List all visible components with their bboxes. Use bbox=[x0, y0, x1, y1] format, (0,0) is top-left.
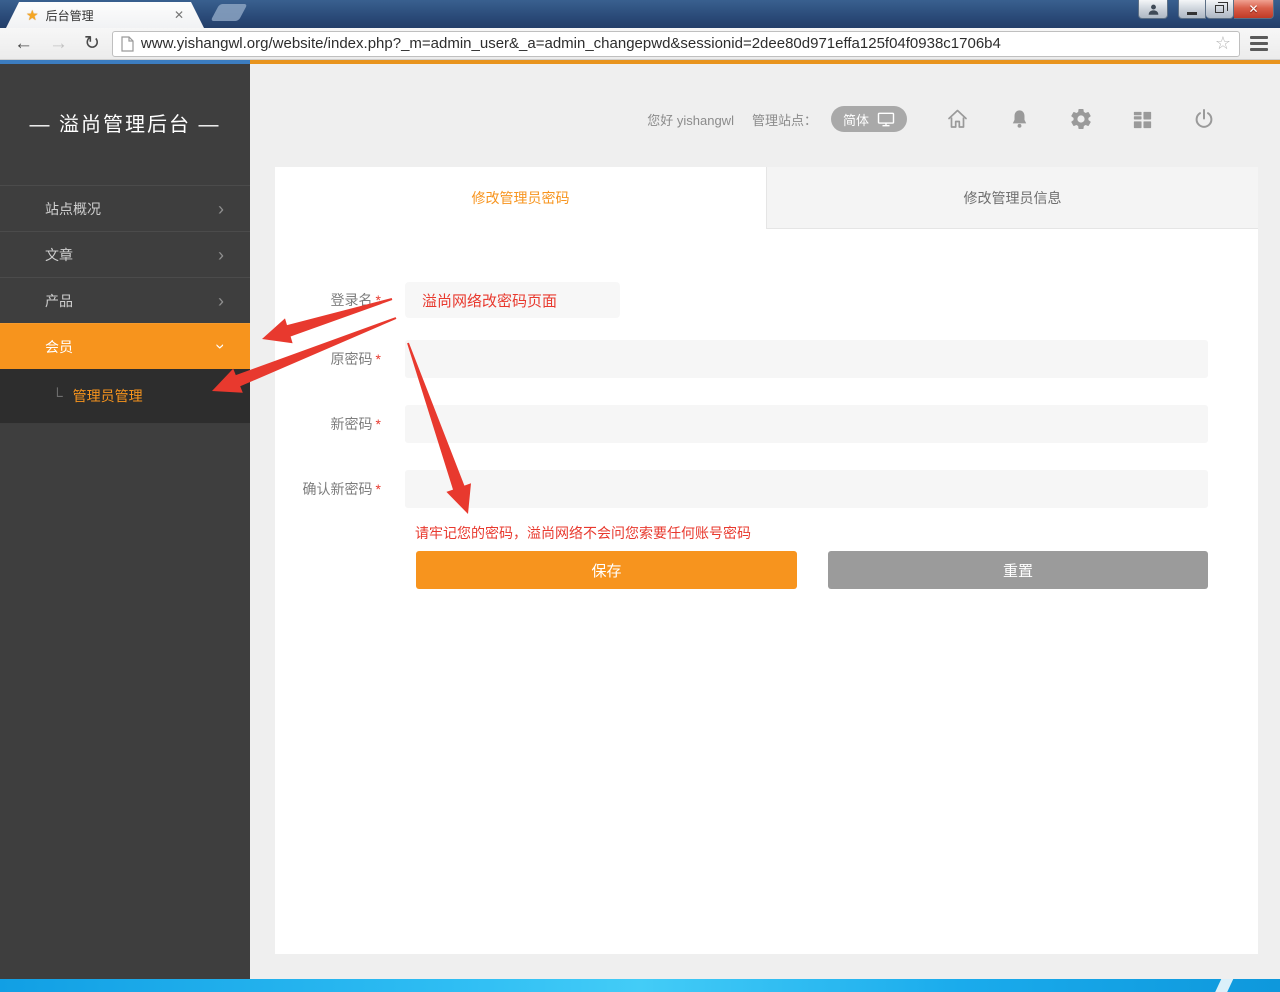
url-bar[interactable]: www.yishangwl.org/website/index.php?_m=a… bbox=[112, 31, 1240, 57]
content-card: 修改管理员密码 修改管理员信息 登录名* 溢尚网络改密码页面 bbox=[275, 167, 1258, 954]
bell-icon bbox=[1008, 108, 1031, 131]
page-content: — 溢尚管理后台 — 站点概况 › 文章 › 产品 › 会员 › bbox=[0, 64, 1280, 979]
tree-branch-icon: └ bbox=[52, 388, 63, 405]
minimize-button[interactable] bbox=[1178, 0, 1206, 19]
reset-button[interactable]: 重置 bbox=[828, 551, 1208, 589]
bookmark-star-icon[interactable]: ☆ bbox=[1215, 33, 1231, 54]
confirm-password-input[interactable] bbox=[405, 470, 1208, 508]
back-button[interactable]: ← bbox=[6, 34, 41, 53]
sidebar-item-label: 文章 bbox=[45, 245, 73, 265]
old-password-input[interactable] bbox=[405, 340, 1208, 378]
login-name-input[interactable]: 溢尚网络改密码页面 bbox=[405, 282, 620, 318]
wallpaper-streak bbox=[1213, 979, 1234, 992]
home-button[interactable] bbox=[945, 107, 970, 131]
sidebar-subitem-admin-management[interactable]: └ 管理员管理 bbox=[0, 369, 250, 424]
new-password-label: 新密码* bbox=[275, 414, 405, 434]
grid-icon bbox=[1131, 108, 1154, 131]
form-row-new-password: 新密码* bbox=[275, 405, 1258, 443]
change-password-form: 登录名* 溢尚网络改密码页面 原密码* 新 bbox=[275, 229, 1258, 589]
save-button[interactable]: 保存 bbox=[416, 551, 797, 589]
confirm-password-label: 确认新密码* bbox=[275, 479, 405, 499]
required-mark: * bbox=[376, 481, 381, 497]
chevron-down-icon: › bbox=[213, 344, 230, 350]
required-mark: * bbox=[376, 351, 381, 367]
password-warning-row: 请牢记您的密码，溢尚网络不会问您索要任何账号密码 bbox=[275, 523, 1258, 543]
form-row-old-password: 原密码* bbox=[275, 340, 1258, 378]
annotation-field-note: 溢尚网络改密码页面 bbox=[422, 290, 557, 311]
new-tab-button[interactable] bbox=[210, 4, 247, 21]
notifications-button[interactable] bbox=[1008, 108, 1031, 131]
page-icon bbox=[121, 36, 134, 52]
sidebar-menu: 站点概况 › 文章 › 产品 › 会员 › └ 管理员管理 bbox=[0, 185, 250, 424]
maximize-button[interactable] bbox=[1206, 0, 1234, 19]
desktop-wallpaper-strip bbox=[0, 979, 1280, 992]
browser-toolbar: ← → ↻ www.yishangwl.org/website/index.ph… bbox=[0, 28, 1280, 60]
browser-tab[interactable]: ★ 后台管理 ✕ bbox=[6, 2, 204, 28]
chevron-right-icon: › bbox=[218, 200, 224, 218]
annotation-password-warning: 请牢记您的密码，溢尚网络不会问您索要任何账号密码 bbox=[415, 525, 751, 541]
manage-site-label: 管理站点： bbox=[752, 110, 817, 129]
sidebar-item-members[interactable]: 会员 › bbox=[0, 323, 250, 369]
tab-change-password[interactable]: 修改管理员密码 bbox=[275, 167, 766, 229]
sidebar-title: — 溢尚管理后台 — bbox=[0, 64, 250, 137]
card-tabs: 修改管理员密码 修改管理员信息 bbox=[275, 167, 1258, 229]
maximize-icon bbox=[1215, 5, 1224, 13]
browser-titlebar: ★ 后台管理 ✕ ✕ bbox=[0, 0, 1280, 28]
form-buttons: 保存 重置 bbox=[275, 551, 1258, 589]
gear-icon bbox=[1069, 107, 1093, 131]
window-controls: ✕ bbox=[1138, 0, 1274, 19]
form-row-login-name: 登录名* 溢尚网络改密码页面 bbox=[275, 282, 1258, 318]
tab-close-icon[interactable]: ✕ bbox=[174, 8, 184, 22]
new-password-input[interactable] bbox=[405, 405, 1208, 443]
settings-button[interactable] bbox=[1069, 107, 1093, 131]
chevron-right-icon: › bbox=[218, 246, 224, 264]
favicon-star-icon: ★ bbox=[26, 8, 39, 22]
logout-button[interactable] bbox=[1192, 107, 1216, 131]
close-icon: ✕ bbox=[1248, 2, 1258, 16]
old-password-label: 原密码* bbox=[275, 349, 405, 369]
chrome-menu-icon[interactable] bbox=[1248, 36, 1270, 51]
close-button[interactable]: ✕ bbox=[1234, 0, 1274, 19]
login-name-label: 登录名* bbox=[275, 290, 405, 310]
apps-button[interactable] bbox=[1131, 108, 1154, 131]
sidebar-item-label: 站点概况 bbox=[45, 199, 101, 219]
chevron-right-icon: › bbox=[218, 292, 224, 310]
required-mark: * bbox=[376, 416, 381, 432]
forward-button[interactable]: → bbox=[41, 34, 76, 53]
main-area: 您好 yishangwl 管理站点： 简体 bbox=[250, 64, 1280, 979]
sidebar-item-products[interactable]: 产品 › bbox=[0, 277, 250, 323]
sidebar-item-articles[interactable]: 文章 › bbox=[0, 231, 250, 277]
home-icon bbox=[945, 107, 970, 131]
profile-button[interactable] bbox=[1138, 0, 1168, 19]
sidebar: — 溢尚管理后台 — 站点概况 › 文章 › 产品 › 会员 › bbox=[0, 64, 250, 979]
minimize-icon bbox=[1187, 12, 1197, 15]
form-row-confirm-password: 确认新密码* bbox=[275, 470, 1258, 508]
url-text[interactable]: www.yishangwl.org/website/index.php?_m=a… bbox=[141, 35, 1209, 52]
power-icon bbox=[1192, 107, 1216, 131]
user-greeting: 您好 yishangwl bbox=[647, 110, 734, 129]
sidebar-subitem-label: 管理员管理 bbox=[73, 386, 143, 406]
language-label: 简体 bbox=[843, 110, 869, 129]
tab-change-info[interactable]: 修改管理员信息 bbox=[766, 167, 1258, 229]
browser-window: ★ 后台管理 ✕ ✕ ← → ↻ bbox=[0, 0, 1280, 992]
refresh-button[interactable]: ↻ bbox=[76, 34, 108, 53]
monitor-icon bbox=[877, 112, 895, 127]
required-mark: * bbox=[376, 292, 381, 308]
sidebar-item-site-overview[interactable]: 站点概况 › bbox=[0, 185, 250, 231]
tab-title: 后台管理 bbox=[46, 7, 168, 24]
main-topbar: 您好 yishangwl 管理站点： 简体 bbox=[275, 94, 1280, 144]
profile-icon bbox=[1147, 3, 1160, 16]
language-site-pill[interactable]: 简体 bbox=[831, 106, 907, 132]
sidebar-item-label: 产品 bbox=[45, 291, 73, 311]
sidebar-item-label: 会员 bbox=[45, 337, 73, 357]
